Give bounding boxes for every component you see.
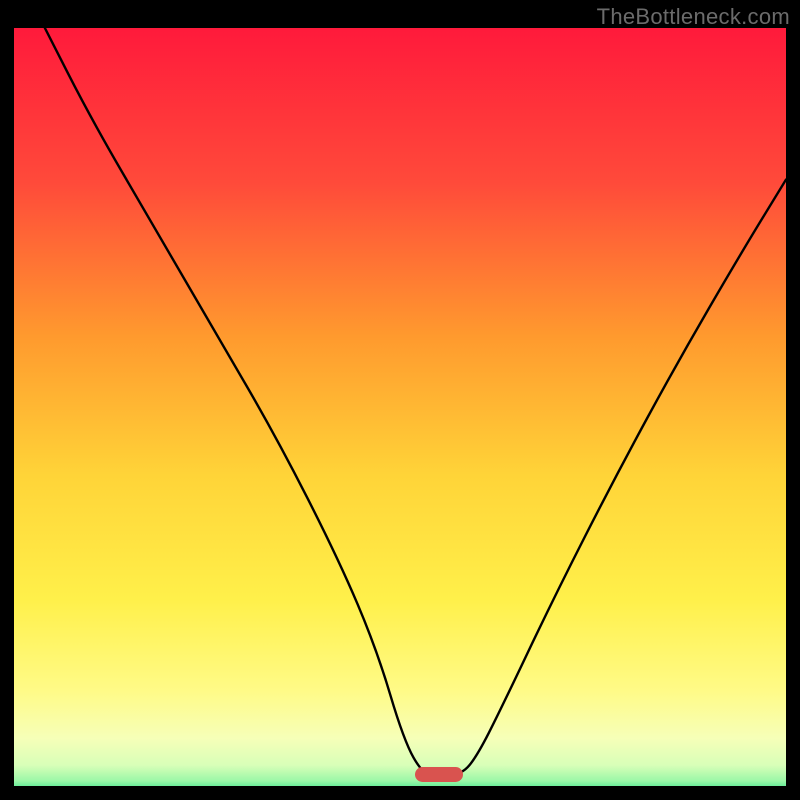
bottleneck-curve [14, 28, 786, 786]
optimal-marker [415, 767, 463, 781]
watermark-text: TheBottleneck.com [597, 4, 790, 30]
plot-area [14, 28, 786, 786]
